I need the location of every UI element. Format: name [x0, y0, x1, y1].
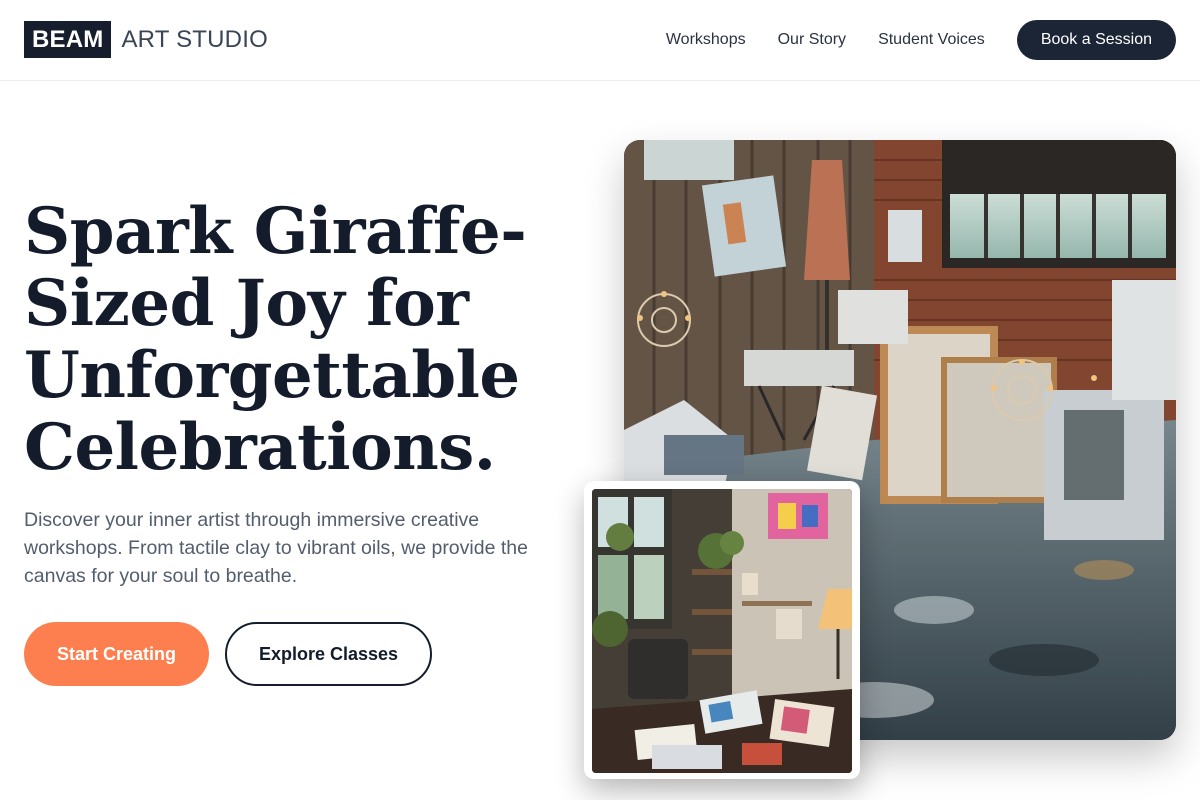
desk-photo — [592, 489, 852, 773]
main-nav: Workshops Our Story Student Voices Book … — [666, 20, 1176, 60]
hero-title: Spark Giraffe-Sized Joy for Unforgettabl… — [24, 194, 527, 485]
nav-link-our-story[interactable]: Our Story — [778, 31, 846, 49]
desk-photo-card — [584, 481, 860, 779]
site-header: BEAM ART STUDIO Workshops Our Story Stud… — [0, 0, 1200, 81]
brand-name: ART STUDIO — [121, 25, 268, 53]
nav-link-workshops[interactable]: Workshops — [666, 31, 746, 49]
brand-logo[interactable]: BEAM ART STUDIO — [24, 21, 268, 58]
desk-illustration — [592, 489, 852, 773]
explore-classes-button[interactable]: Explore Classes — [225, 622, 432, 686]
hero-description: Discover your inner artist through immer… — [24, 509, 528, 587]
brand-mark: BEAM — [24, 21, 112, 58]
nav-link-student-voices[interactable]: Student Voices — [878, 31, 985, 49]
book-session-button[interactable]: Book a Session — [1016, 20, 1176, 60]
start-creating-button[interactable]: Start Creating — [24, 622, 209, 686]
